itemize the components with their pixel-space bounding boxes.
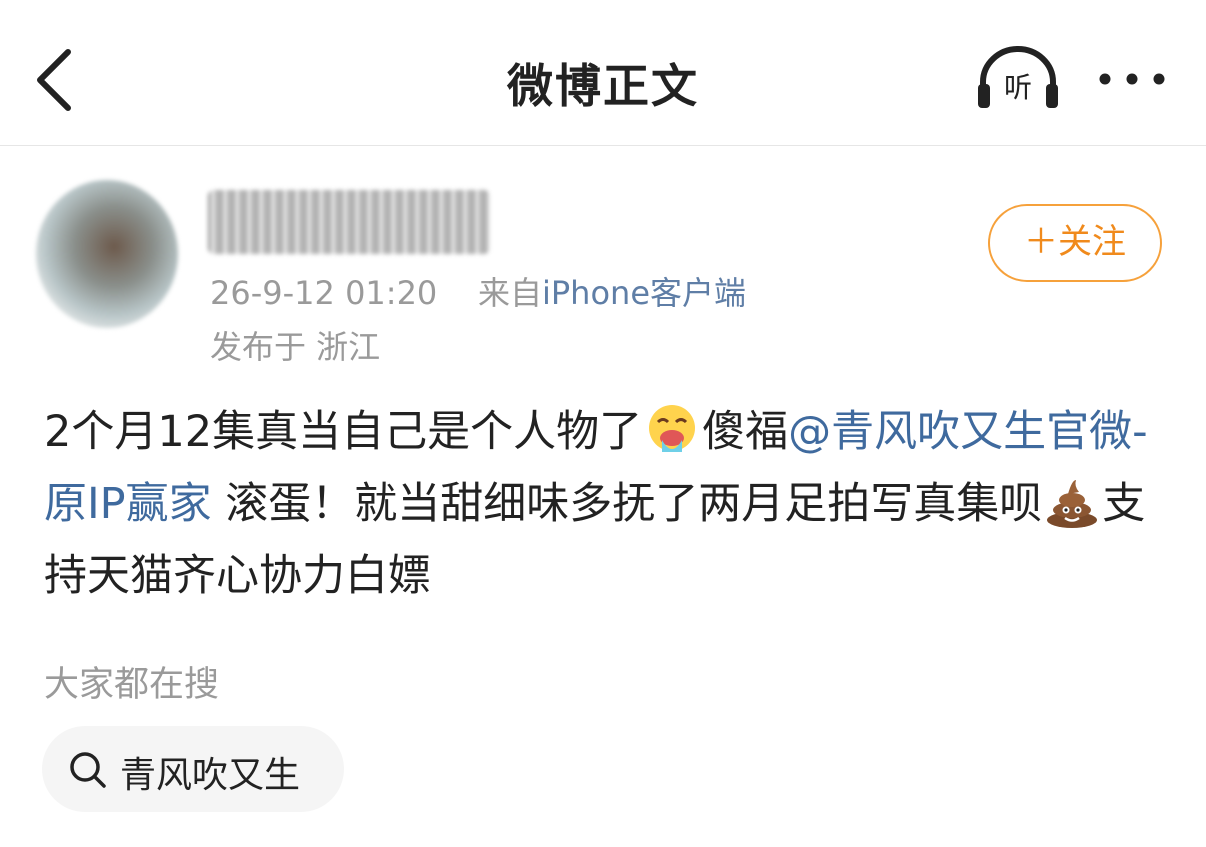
search-suggestion-chip[interactable]: 青风吹又生 (42, 726, 344, 812)
post-text-segment: 滚蛋！就当甜细味多抚了两月足拍写真集呗 (211, 479, 1043, 529)
avatar[interactable] (36, 180, 178, 328)
post-meta: 26-9-12 01:20 来自iPhone客户端 (210, 268, 746, 314)
poop-emoji-icon (1047, 480, 1098, 528)
listen-button[interactable]: 听 (975, 44, 1061, 114)
vomiting-face-emoji-icon (649, 405, 696, 452)
username-blurred[interactable] (208, 190, 490, 254)
trending-search-title: 大家都在搜 (44, 665, 220, 705)
more-dots-icon (1099, 73, 1165, 85)
top-nav-bar: 微博正文 听 (0, 0, 1206, 146)
search-chip-label: 青风吹又生 (120, 755, 301, 796)
post-text-segment: 傻福 (702, 407, 789, 457)
post-timestamp: 26-9-12 01:20 (210, 274, 438, 312)
post-text-segment: 2个月12集真当自己是个人物了 (44, 407, 643, 457)
listen-label: 听 (1003, 71, 1032, 104)
source-device[interactable]: iPhone客户端 (542, 274, 746, 312)
search-icon (70, 752, 106, 788)
follow-button[interactable]: ＋关注 (988, 204, 1162, 282)
post-content: 2个月12集真当自己是个人物了 傻福@青风吹又生官微-原IP赢家 滚蛋！就当甜细… (44, 396, 1169, 612)
source-prefix: 来自 (477, 274, 542, 312)
post-location: 发布于 浙江 (210, 328, 381, 366)
more-button[interactable] (1096, 64, 1168, 94)
